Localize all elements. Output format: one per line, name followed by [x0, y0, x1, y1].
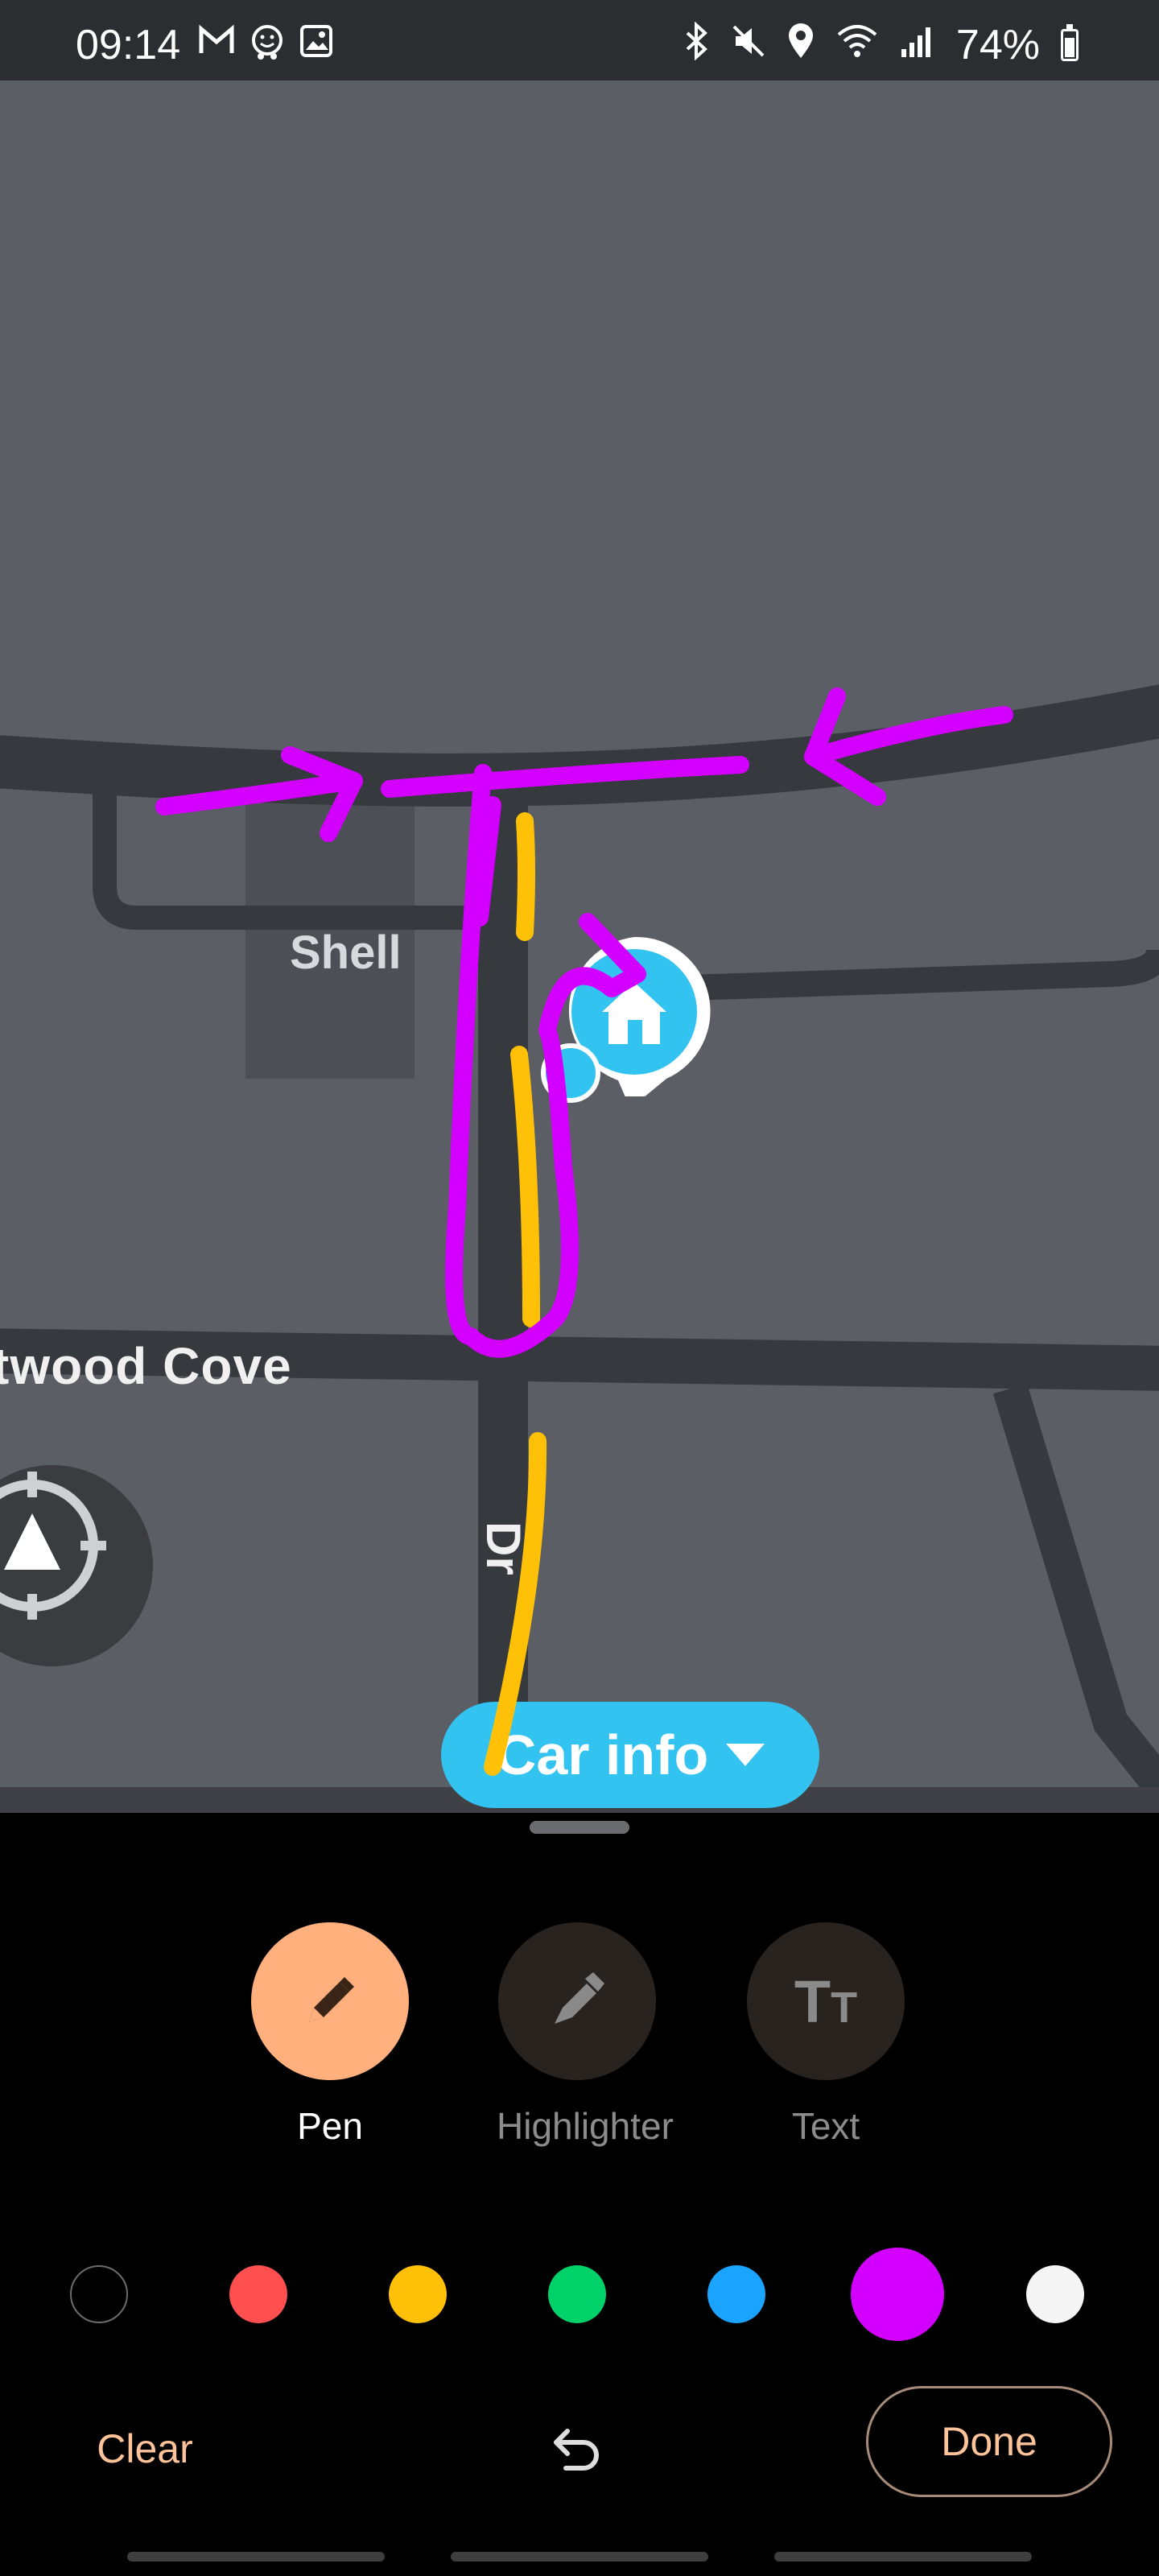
tool-highlighter-label: Highlighter [497, 2105, 674, 2147]
wifi-icon [835, 23, 879, 68]
color-swatch-blue[interactable] [707, 2265, 765, 2323]
location-icon [787, 23, 815, 68]
color-swatch-green[interactable] [548, 2265, 606, 2323]
map-view[interactable]: Shell twood Cove Dr Car info [0, 80, 1159, 1813]
car-info-button[interactable]: Car info [441, 1702, 819, 1808]
car-info-label: Car info [495, 1724, 709, 1786]
navigation-arrow-icon [0, 1472, 106, 1620]
highlighter-icon [555, 1972, 604, 2024]
color-swatch-black[interactable] [70, 2265, 128, 2323]
waze-icon [248, 24, 287, 68]
undo-icon [554, 2429, 599, 2471]
clear-button[interactable]: Clear [72, 2417, 217, 2481]
mute-icon [731, 23, 766, 68]
done-button[interactable]: Done [866, 2386, 1112, 2497]
gallery-icon [299, 24, 333, 68]
map-label-shell: Shell [290, 927, 402, 979]
color-swatch-purple-selected[interactable] [851, 2248, 944, 2341]
signal-icon [900, 23, 935, 68]
color-swatch-white[interactable] [1026, 2265, 1084, 2323]
status-bar: 09:14 74% [0, 0, 1159, 80]
color-swatch-yellow[interactable] [389, 2265, 447, 2323]
small-blue-marker [541, 1043, 600, 1103]
tool-highlighter[interactable]: Highlighter [497, 1922, 674, 2148]
tool-pen-label: Pen [297, 2105, 363, 2147]
nav-bar-indicator [774, 2552, 1032, 2562]
color-swatch-red[interactable] [229, 2265, 287, 2323]
battery-percentage: 74% [955, 22, 1040, 68]
tool-text[interactable]: TT Text [745, 1922, 906, 2148]
tool-pen[interactable]: Pen [250, 1922, 410, 2148]
bluetooth-icon [683, 20, 710, 69]
map-label-street-cove: twood Cove [0, 1337, 292, 1395]
chevron-down-icon [726, 1744, 765, 1766]
status-time: 09:14 [76, 22, 181, 68]
markup-editor-panel: Pen Highlighter TT Text Clear Done [0, 1813, 1159, 2576]
tool-text-label: Text [791, 2105, 860, 2147]
nav-bar-indicator [127, 2552, 385, 2562]
gmail-icon [198, 24, 235, 68]
battery-icon [1061, 24, 1079, 61]
pen-icon [309, 1977, 354, 2022]
map-label-street-dr: Dr [476, 1521, 530, 1575]
undo-button[interactable] [538, 2409, 618, 2489]
nav-bar-indicator [451, 2552, 708, 2562]
text-format-icon: TT [794, 1967, 858, 2035]
drag-handle[interactable] [530, 1821, 629, 1834]
